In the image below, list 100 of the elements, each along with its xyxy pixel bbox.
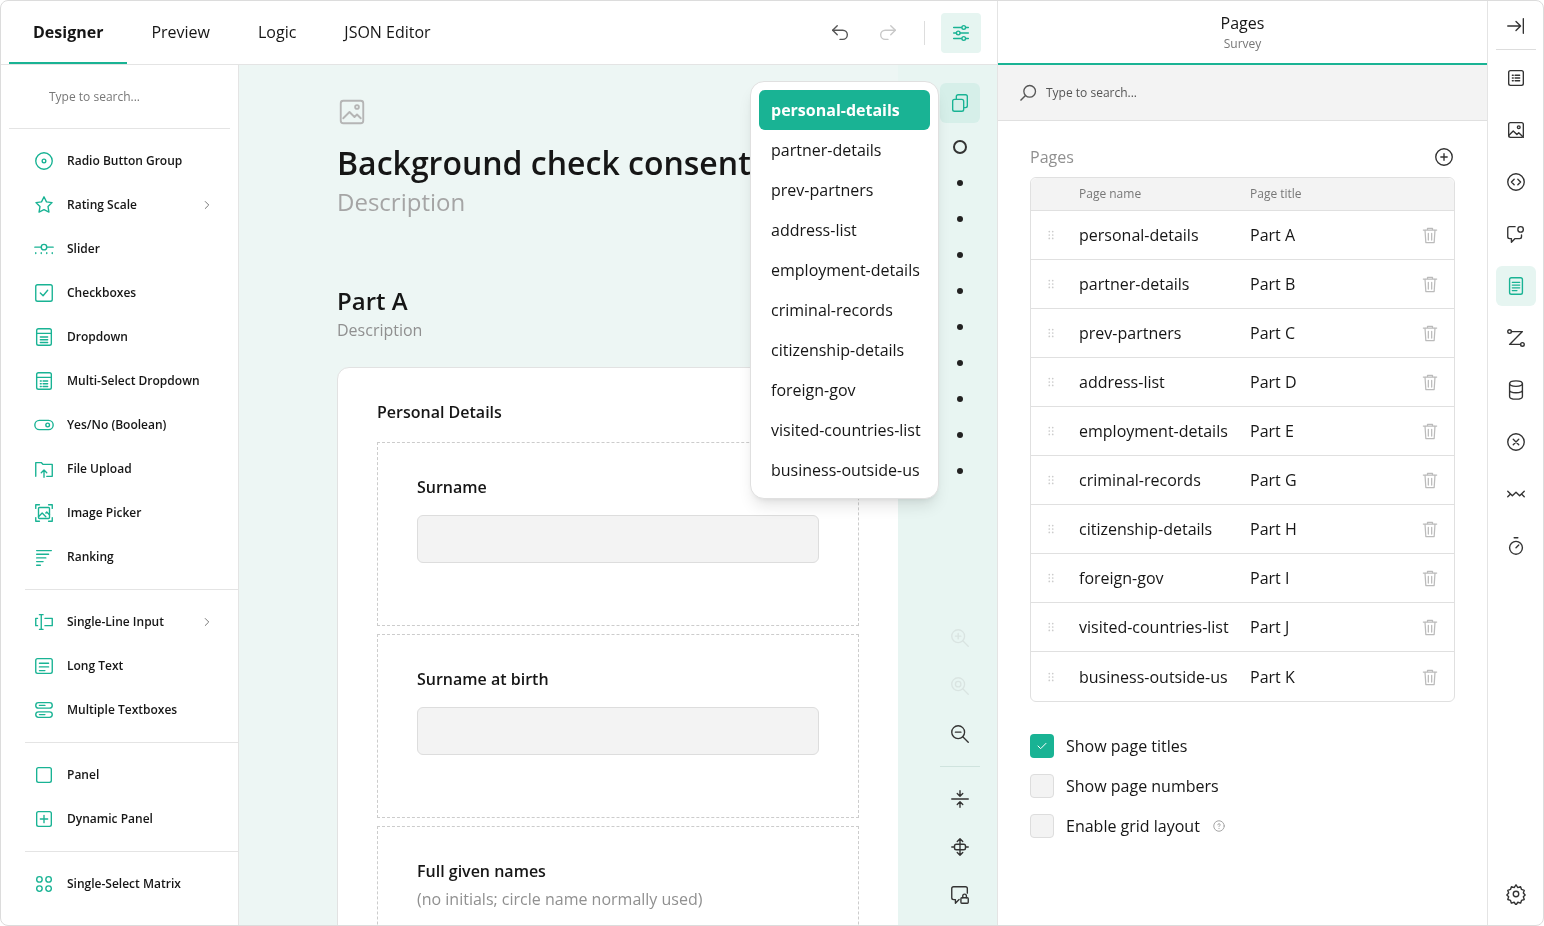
settings-icon[interactable] [1504,883,1527,905]
drag-handle-icon[interactable] [1045,278,1057,290]
search-field[interactable]: Type to search... [1046,83,1246,102]
dropdown-icon [33,326,55,348]
trash-icon[interactable] [1420,568,1440,588]
drag-handle-icon[interactable] [1045,572,1057,584]
toolbox-item[interactable]: Yes/No (Boolean) [1,403,238,447]
page-list-item[interactable]: criminal-records [759,290,930,330]
trash-icon[interactable] [1420,225,1440,245]
table-cell-text: personal-details [1079,223,1200,247]
tab[interactable]: Preview [127,1,234,64]
tab[interactable]: Designer [9,1,128,64]
toolbox-item[interactable]: Multi-Select Dropdown [1,359,238,403]
drag-handle-icon[interactable] [1045,670,1057,683]
panel-subtitle: Survey [1223,35,1262,53]
drag-handle-icon[interactable] [1045,425,1057,437]
checkbox[interactable] [1030,814,1054,838]
toolbox-item[interactable]: Checkboxes [1,271,238,315]
add-icon[interactable] [1433,146,1455,168]
toolbox-item[interactable]: Single-Line Input [25,600,238,644]
page-selector-button[interactable] [940,83,980,123]
toolbox-item[interactable]: Ranking [1,535,238,579]
drag-handle-icon[interactable] [1045,474,1057,486]
copy-icon [949,92,971,114]
tab[interactable]: JSON Editor [320,1,455,64]
toolbox-item[interactable]: Single-Select Matrix [25,862,238,906]
trash-icon[interactable] [1420,470,1440,490]
table-cell: Part I [1250,566,1290,590]
table-cell: Part E [1250,419,1294,443]
text-input-field[interactable] [417,707,819,755]
page-list-item[interactable]: partner-details [759,130,930,170]
drag-handle-icon[interactable] [1045,621,1057,633]
page-list-item[interactable]: business-outside-us [759,450,930,490]
table-cell: Part K [1250,664,1295,689]
toolbar-button[interactable] [941,12,981,53]
toolbox-item[interactable]: Dropdown [1,315,238,359]
drag-handle-icon[interactable] [1045,376,1057,388]
checkbox-label: Show page numbers [1066,774,1219,798]
table-cell: Part C [1250,321,1295,345]
toolbox-item[interactable]: Slider [1,227,238,271]
drag-handle-icon[interactable] [1045,327,1057,339]
drag-handle-icon[interactable] [1045,523,1057,535]
path-icon [1504,327,1527,349]
trash-icon[interactable] [1420,274,1440,294]
circles-icon [33,873,55,895]
toolbox-item[interactable]: Radio Button Group [1,139,238,183]
toolbox-item[interactable]: Dynamic Panel [25,797,238,841]
tab[interactable]: Logic [233,1,321,64]
checkbox-icon [33,282,55,304]
trash-icon[interactable] [1420,323,1440,343]
textboxes-icon [33,699,55,721]
page-list-item[interactable]: visited-countries-list [759,410,930,450]
help-icon[interactable] [1211,819,1226,833]
text-input-field[interactable] [417,515,819,563]
text-cursor-icon [33,611,55,633]
toolbox-item[interactable]: Rating Scale [1,183,238,227]
checkbox[interactable] [1030,774,1054,798]
current-page-marker[interactable] [953,140,967,154]
survey-description: Description [337,185,466,219]
table-cell: Part G [1250,468,1297,492]
page-title: Part A [337,285,408,317]
table-cell: Part A [1250,223,1296,247]
collapse-panel-icon[interactable] [1504,15,1527,37]
checkbox-label: Enable grid layout [1066,814,1200,838]
column-header: Page title [1250,185,1302,203]
table-cell-text: foreign-gov [1079,566,1165,590]
panel-title: Personal Details [377,400,503,424]
radio-icon [33,150,55,172]
table-cell: Part D [1250,370,1297,394]
star-icon [33,194,55,216]
toolbox-item[interactable]: Long Text [25,644,238,688]
toolbox-item[interactable]: Image Picker [1,491,238,535]
toolbox-item[interactable]: Panel [25,753,238,797]
table-cell-text: visited-countries-list [1079,615,1230,639]
drag-handle-icon[interactable] [1045,229,1057,241]
trash-icon[interactable] [1420,421,1440,441]
question-description: (no initials; circle name normally used) [417,887,704,911]
table-cell: Part B [1250,272,1296,296]
toolbox-item[interactable]: Multiple Textboxes [25,688,238,732]
page-list-item[interactable]: address-list [759,210,930,250]
trash-icon[interactable] [1420,372,1440,392]
table-cell-text: business-outside-us [1079,664,1229,689]
square-icon [33,764,55,786]
panel-title: Pages [1220,11,1265,35]
page-description: Description [337,318,423,343]
trash-icon[interactable] [1420,519,1440,539]
search-icon [1018,82,1038,103]
image-placeholder-icon[interactable] [337,97,367,127]
page-list-item[interactable]: prev-partners [759,170,930,210]
image-icon [33,502,55,524]
search-field[interactable]: Type to search... [49,87,199,106]
table-cell-text: criminal-records [1079,468,1202,492]
checkbox[interactable] [1030,734,1054,758]
page-list-item[interactable]: employment-details [759,250,930,290]
trash-icon[interactable] [1420,617,1440,637]
page-list-item[interactable]: citizenship-details [759,330,930,370]
plus-square-icon [33,808,55,830]
close-circle-icon [1504,431,1527,453]
page-list-item[interactable]: foreign-gov [759,370,930,410]
toolbox-item[interactable]: File Upload [1,447,238,491]
